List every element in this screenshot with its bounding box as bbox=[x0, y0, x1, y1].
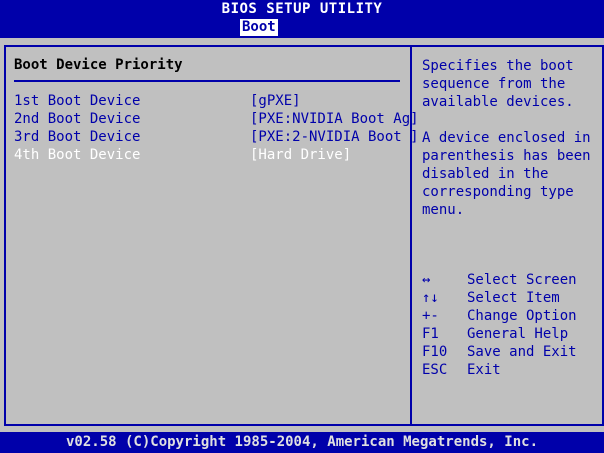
key-name: ESC bbox=[422, 362, 448, 378]
key-legend-row: ↔ Select Screen bbox=[422, 272, 592, 290]
key-action-label: Select Item bbox=[467, 290, 560, 306]
copyright-status-bar: v02.58 (C)Copyright 1985-2004, American … bbox=[0, 432, 604, 453]
key-action-label: Select Screen bbox=[467, 272, 577, 288]
boot-device-label: 2nd Boot Device bbox=[14, 111, 141, 127]
up-down-arrows-icon: ↑↓ bbox=[422, 290, 439, 306]
key-legend-row: ↑↓ Select Item bbox=[422, 290, 592, 308]
section-title: Boot Device Priority bbox=[14, 57, 183, 73]
key-name: F10 bbox=[422, 344, 448, 360]
left-right-arrows-icon: ↔ bbox=[422, 272, 431, 288]
boot-device-value[interactable]: [gPXE] bbox=[250, 93, 301, 109]
key-legend: ↔ Select Screen ↑↓ Select Item +- Change… bbox=[422, 272, 592, 380]
key-legend-row: ESC Exit bbox=[422, 362, 592, 380]
boot-device-value[interactable]: [PXE:NVIDIA Boot Ag] bbox=[250, 111, 419, 127]
key-action-label: General Help bbox=[467, 326, 569, 342]
boot-device-row-2[interactable]: 2nd Boot Device [PXE:NVIDIA Boot Ag] bbox=[14, 111, 419, 129]
plus-minus-icon: +- bbox=[422, 308, 439, 324]
boot-device-row-4[interactable]: 4th Boot Device [Hard Drive] bbox=[14, 147, 406, 165]
key-legend-row: F10 Save and Exit bbox=[422, 344, 592, 362]
key-legend-row: F1 General Help bbox=[422, 326, 592, 344]
key-action-label: Change Option bbox=[467, 308, 577, 324]
boot-device-row-3[interactable]: 3rd Boot Device [PXE:2-NVIDIA Boot ] bbox=[14, 129, 419, 147]
boot-device-row-1[interactable]: 1st Boot Device [gPXE] bbox=[14, 93, 406, 111]
tab-boot[interactable]: Boot bbox=[240, 19, 278, 36]
boot-device-label: 3rd Boot Device bbox=[14, 129, 141, 145]
boot-device-label: 1st Boot Device bbox=[14, 93, 141, 109]
section-divider bbox=[14, 80, 400, 82]
app-title: BIOS SETUP UTILITY bbox=[0, 0, 604, 18]
help-paragraph: Specifies the boot sequence from the ava… bbox=[422, 58, 574, 110]
main-panel: Boot Device Priority 1st Boot Device [gP… bbox=[0, 38, 604, 432]
help-panel: Specifies the boot sequence from the ava… bbox=[410, 45, 604, 426]
key-name: F1 bbox=[422, 326, 439, 342]
settings-panel: Boot Device Priority 1st Boot Device [gP… bbox=[4, 45, 419, 426]
key-action-label: Save and Exit bbox=[467, 344, 577, 360]
help-paragraph: A device enclosed in parenthesis has bee… bbox=[422, 130, 591, 218]
boot-device-value[interactable]: [PXE:2-NVIDIA Boot ] bbox=[250, 129, 419, 145]
tab-bar: Boot bbox=[0, 18, 604, 38]
key-action-label: Exit bbox=[467, 362, 501, 378]
key-legend-row: +- Change Option bbox=[422, 308, 592, 326]
help-text: Specifies the boot sequence from the ava… bbox=[422, 57, 592, 219]
boot-device-label: 4th Boot Device bbox=[14, 147, 141, 163]
boot-device-value[interactable]: [Hard Drive] bbox=[250, 147, 351, 163]
